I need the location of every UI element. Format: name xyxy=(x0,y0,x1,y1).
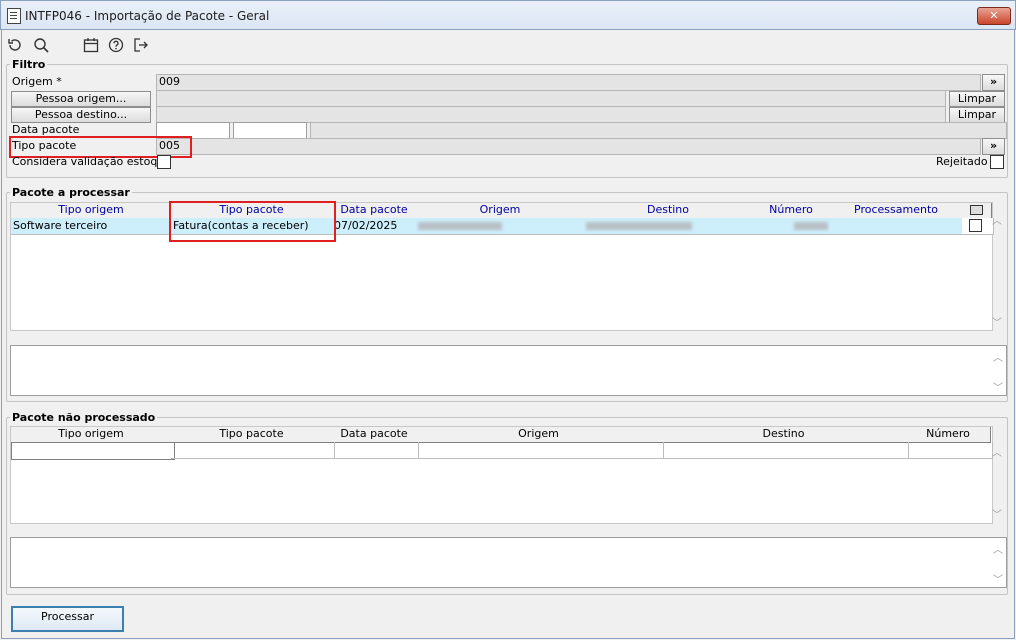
origem-field[interactable]: 009 xyxy=(156,74,981,91)
row-numero-redacted[interactable] xyxy=(752,218,833,235)
data-pacote-to-input[interactable] xyxy=(233,122,307,139)
scroll-down-icon[interactable]: ﹀ xyxy=(991,379,1005,394)
data-pacote-label: Data pacote xyxy=(12,123,80,136)
undo-icon[interactable] xyxy=(6,36,24,54)
scroll-up-icon[interactable]: ︿ xyxy=(991,541,1005,556)
rejeitado-checkbox[interactable] xyxy=(990,155,1004,169)
header-tipo-origem[interactable]: Tipo origem xyxy=(11,203,172,219)
processar-title: Pacote a processar xyxy=(10,186,132,199)
tipo-pacote-lookup-button[interactable]: » xyxy=(982,138,1005,155)
header-data-pacote[interactable]: Data pacote xyxy=(332,203,417,219)
origem-lookup-button[interactable]: » xyxy=(982,74,1005,91)
scroll-down-icon[interactable]: ﹀ xyxy=(991,571,1005,586)
header-numero[interactable]: Número xyxy=(752,203,831,219)
nao-processado-title: Pacote não processado xyxy=(10,411,158,424)
np-empty-row-cell[interactable] xyxy=(171,442,335,459)
header-processamento[interactable]: Processamento xyxy=(830,203,963,219)
memo-scrollbar[interactable]: ︿ ﹀ xyxy=(991,541,1005,586)
np-header-destino[interactable]: Destino xyxy=(661,427,907,443)
np-header-origem[interactable]: Origem xyxy=(416,427,662,443)
header-origem[interactable]: Origem xyxy=(416,203,585,219)
row-data-pacote[interactable]: 07/02/2025 xyxy=(332,218,419,235)
np-empty-row-cell[interactable] xyxy=(416,442,664,459)
nao-processado-scrollbar[interactable]: ︿ ﹀ xyxy=(990,440,1004,522)
row-destino-redacted[interactable] xyxy=(584,218,755,235)
origem-label: Origem * xyxy=(12,75,62,88)
row-processamento[interactable] xyxy=(830,218,965,235)
scroll-down-icon[interactable]: ﹀ xyxy=(990,314,1004,329)
filtro-title: Filtro xyxy=(10,58,48,71)
np-empty-row-cell[interactable] xyxy=(906,442,993,459)
row-tipo-origem[interactable]: Software terceiro xyxy=(11,218,174,235)
processar-grid-scrollbar[interactable]: ︿ ﹀ xyxy=(990,204,1004,329)
close-button[interactable]: ✕ xyxy=(977,7,1011,25)
pessoa-destino-field xyxy=(156,106,946,123)
limpar-origem-button[interactable]: Limpar xyxy=(949,91,1005,107)
memo-scrollbar[interactable]: ︿ ﹀ xyxy=(991,349,1005,394)
np-header-tipo-pacote[interactable]: Tipo pacote xyxy=(171,427,333,443)
document-icon xyxy=(7,8,21,24)
exit-icon[interactable] xyxy=(132,36,150,54)
np-header-tipo-origem[interactable]: Tipo origem xyxy=(11,427,172,443)
row-origem-redacted[interactable] xyxy=(416,218,587,235)
tipo-pacote-field[interactable]: 005 xyxy=(156,138,981,155)
pessoa-destino-button[interactable]: Pessoa destino... xyxy=(11,107,151,123)
scroll-up-icon[interactable]: ︿ xyxy=(991,349,1005,364)
considera-label: Considera validação estoque xyxy=(12,155,172,168)
processar-memo[interactable]: ︿ ﹀ xyxy=(10,345,1007,396)
nao-processado-grid: Tipo origem Tipo pacote Data pacote Orig… xyxy=(10,426,993,524)
scroll-up-icon[interactable]: ︿ xyxy=(990,444,1004,459)
np-header-numero[interactable]: Número xyxy=(906,427,991,443)
pessoa-origem-button[interactable]: Pessoa origem... xyxy=(11,91,151,107)
help-icon[interactable] xyxy=(107,36,125,54)
tipo-pacote-column-highlight xyxy=(169,201,336,242)
scroll-down-icon[interactable]: ﹀ xyxy=(990,506,1004,521)
processar-button[interactable]: Processar xyxy=(11,606,124,632)
calendar-icon[interactable] xyxy=(82,36,100,54)
rejeitado-label: Rejeitado xyxy=(936,155,988,168)
processar-grid: Tipo origem Tipo pacote Data pacote Orig… xyxy=(10,202,994,331)
considera-checkbox[interactable] xyxy=(157,155,171,169)
redacted-numero xyxy=(794,222,828,230)
header-select-all[interactable] xyxy=(962,203,992,219)
header-destino[interactable]: Destino xyxy=(584,203,753,219)
np-empty-row-cell[interactable] xyxy=(661,442,909,459)
np-header-data-pacote[interactable]: Data pacote xyxy=(332,427,417,443)
row-select-checkbox[interactable] xyxy=(969,219,982,232)
data-pacote-extra-field xyxy=(310,122,1007,139)
nao-processado-memo[interactable]: ︿ ﹀ xyxy=(10,537,1007,588)
pessoa-origem-field xyxy=(156,90,946,107)
title-bar: INTFP046 - Importação de Pacote - Geral … xyxy=(0,0,1016,30)
select-all-icon[interactable] xyxy=(970,205,983,215)
redacted-destino xyxy=(586,222,692,230)
scroll-up-icon[interactable]: ︿ xyxy=(990,212,1004,227)
redacted-origem xyxy=(418,222,502,230)
np-empty-row-cell[interactable] xyxy=(332,442,419,459)
window-title: INTFP046 - Importação de Pacote - Geral xyxy=(25,9,270,23)
search-icon[interactable] xyxy=(32,36,50,54)
limpar-destino-button[interactable]: Limpar xyxy=(949,107,1005,123)
np-empty-row-cell[interactable] xyxy=(11,442,175,460)
